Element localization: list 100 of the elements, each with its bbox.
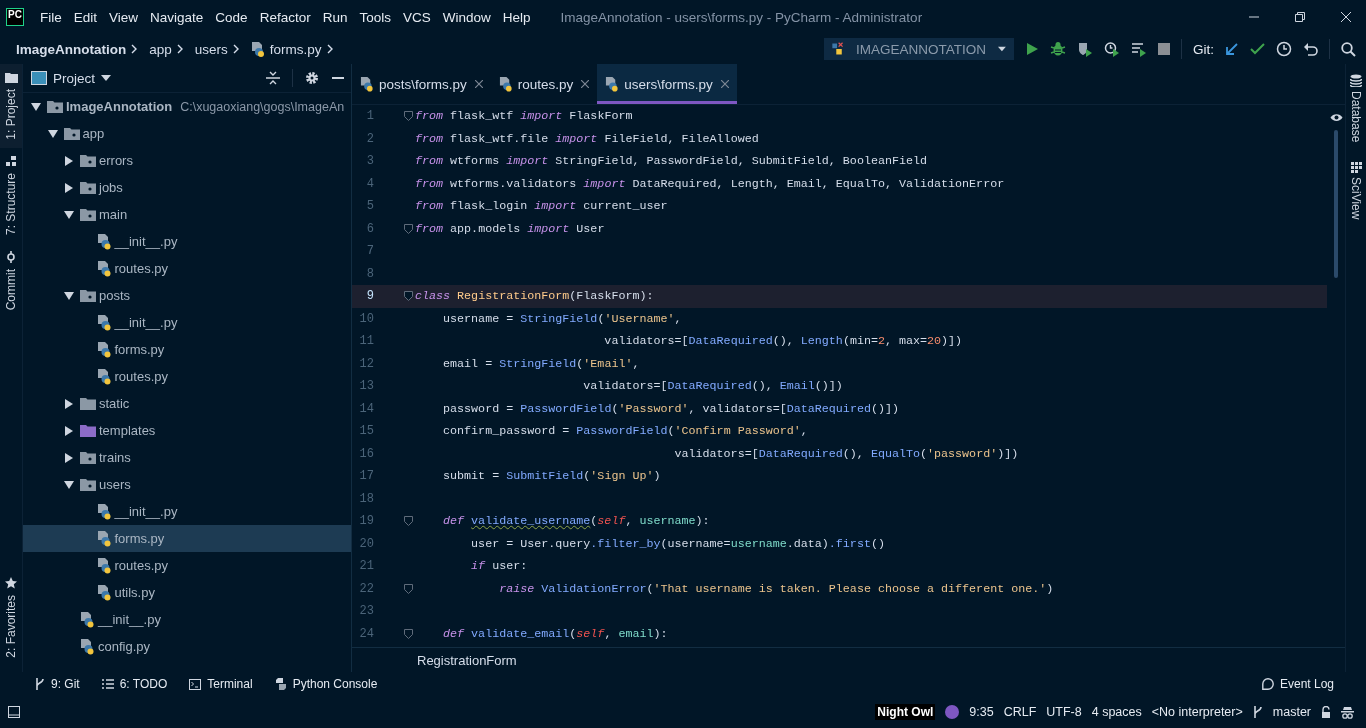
expand-arrow-icon[interactable] [64, 398, 74, 409]
breadcrumb-item[interactable]: ImageAnnotation [16, 41, 127, 57]
code-line: validators=[DataRequired(), EqualTo('password')]) [673, 446, 1019, 461]
tree-item[interactable]: forms.py [23, 525, 351, 552]
tree-item[interactable]: routes.py [23, 255, 351, 282]
tool-window-button[interactable]: 7: Structure [0, 147, 22, 243]
tree-item[interactable]: ImageAnnotation C:\xugaoxiang\gogs\ImageAn [23, 93, 351, 120]
tool-window-button[interactable]: Python Console [274, 677, 378, 691]
coverage-icon[interactable] [1077, 41, 1093, 57]
tree-item[interactable]: trains [23, 444, 351, 471]
menu-item[interactable]: View [103, 9, 145, 25]
menu-item[interactable]: Window [436, 9, 497, 25]
restore-icon[interactable] [1294, 11, 1306, 23]
tree-item[interactable]: utils.py [23, 579, 351, 606]
run-icon[interactable] [1025, 42, 1039, 56]
tree-item[interactable]: forms.py [23, 336, 351, 363]
tool-window-button[interactable]: 6: TODO [101, 677, 168, 691]
check-icon[interactable] [1250, 43, 1265, 55]
terminal-icon [189, 678, 202, 690]
package-icon [80, 478, 96, 491]
tree-item[interactable]: __init__.py [23, 498, 351, 525]
menu-item[interactable]: VCS [396, 9, 437, 25]
structure-breadcrumb[interactable]: RegistrationForm [417, 652, 517, 668]
breadcrumb-item[interactable]: users [194, 41, 228, 57]
fold-icon[interactable] [404, 516, 413, 527]
tree-item[interactable]: app [23, 120, 351, 147]
indent-setting[interactable]: 4 spaces [1091, 705, 1142, 719]
tree-item[interactable]: routes.py [23, 552, 351, 579]
run-list-icon[interactable] [1131, 41, 1147, 57]
expand-arrow-icon[interactable] [64, 425, 74, 436]
update-arrow-icon[interactable] [1225, 42, 1239, 56]
panel-toggle-icon[interactable] [8, 706, 20, 718]
expand-arrow-icon[interactable] [47, 128, 58, 139]
interpreter-status[interactable]: <No interpreter> [1151, 705, 1243, 719]
line-number: 12 [358, 356, 374, 371]
fold-icon[interactable] [404, 628, 413, 639]
menu-item[interactable]: Navigate [144, 9, 210, 25]
undo-icon[interactable] [1303, 42, 1318, 56]
tree-item[interactable]: __init__.py [23, 228, 351, 255]
menu-item[interactable]: Help [496, 9, 537, 25]
tool-window-button[interactable]: Terminal [189, 677, 253, 691]
collapse-all-icon[interactable] [266, 71, 280, 85]
tool-window-button[interactable]: SciView [1346, 152, 1366, 230]
expand-arrow-icon[interactable] [64, 290, 74, 301]
bug-icon[interactable] [1050, 41, 1066, 57]
tree-item[interactable]: templates [23, 417, 351, 444]
fold-icon[interactable] [404, 291, 413, 302]
lock-icon[interactable] [1321, 706, 1331, 718]
menu-item[interactable]: Edit [67, 9, 104, 25]
fold-icon[interactable] [404, 583, 413, 594]
menu-item[interactable]: File [34, 9, 68, 25]
expand-arrow-icon[interactable] [31, 101, 41, 112]
tree-item[interactable]: users [23, 471, 351, 498]
scrollbar-thumb[interactable] [1334, 130, 1338, 278]
tree-item[interactable]: errors [23, 147, 351, 174]
inspector-icon[interactable] [1341, 705, 1354, 719]
breadcrumb-item[interactable]: app [149, 41, 172, 57]
file-encoding[interactable]: UTF-8 [1046, 705, 1082, 719]
tree-item[interactable]: config.py [23, 633, 351, 660]
code-line: validators=[DataRequired(), Length(min=2, max=20)]) [603, 334, 963, 349]
settings-icon[interactable] [305, 71, 319, 85]
search-icon[interactable] [1341, 41, 1356, 57]
tree-item[interactable]: jobs [23, 174, 351, 201]
theme-name[interactable]: Night Owl [875, 704, 936, 720]
editor-tab[interactable]: users\forms.py [597, 64, 737, 104]
profile-icon[interactable] [1104, 41, 1120, 57]
tree-item[interactable]: __init__.py [23, 309, 351, 336]
expand-arrow-icon[interactable] [64, 479, 74, 490]
history-icon[interactable] [1276, 41, 1292, 57]
breadcrumb-item[interactable]: forms.py [269, 41, 322, 57]
expand-arrow-icon[interactable] [64, 209, 74, 220]
editor-tab[interactable]: routes.py [490, 64, 598, 104]
tree-item[interactable]: static [23, 390, 351, 417]
tree-item[interactable]: posts [23, 282, 351, 309]
menu-item[interactable]: Refactor [253, 9, 317, 25]
git-branch[interactable]: master [1272, 705, 1311, 719]
tool-window-button[interactable]: 9: Git [34, 677, 80, 691]
tree-item[interactable]: __init__.py [23, 606, 351, 633]
tool-window-button[interactable]: Database [1346, 64, 1366, 153]
fold-icon[interactable] [404, 111, 413, 122]
tree-item[interactable]: routes.py [23, 363, 351, 390]
tool-window-button[interactable]: 2: Favorites [0, 569, 22, 666]
fold-icon[interactable] [404, 223, 413, 234]
branch-icon [34, 678, 45, 690]
expand-arrow-icon[interactable] [64, 182, 74, 193]
editor-tab[interactable]: posts\forms.py [352, 64, 491, 104]
menu-item[interactable]: Code [209, 9, 254, 25]
event-log-button[interactable]: Event Log [1261, 677, 1334, 691]
menu-item[interactable]: Run [316, 9, 354, 25]
menu-item[interactable]: Tools [353, 9, 397, 25]
expand-arrow-icon[interactable] [64, 452, 74, 463]
cursor-position[interactable]: 9:35 [969, 705, 994, 719]
line-separator[interactable]: CRLF [1003, 705, 1037, 719]
tool-window-button[interactable]: 1: Project [0, 64, 22, 148]
eye-icon[interactable] [1329, 113, 1343, 122]
expand-arrow-icon[interactable] [64, 155, 74, 166]
run-config-dropdown[interactable]: IMAGEANNOTATION [824, 38, 1014, 60]
tree-item[interactable]: main [23, 201, 351, 228]
project-view-dropdown[interactable]: Project [31, 70, 112, 86]
tool-window-button[interactable]: Commit [0, 242, 22, 319]
